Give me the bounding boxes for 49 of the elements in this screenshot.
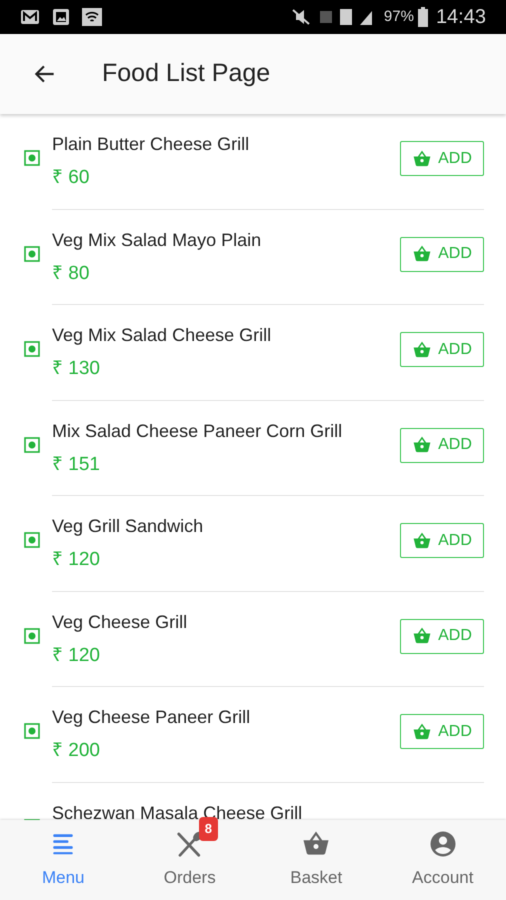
item-price: ₹ 200 <box>52 739 101 763</box>
item-name: Veg Grill Sandwich <box>52 515 204 538</box>
add-button[interactable]: ADD <box>400 714 484 749</box>
item-price: ₹ 120 <box>52 644 101 668</box>
item-price: ₹ 80 <box>52 262 90 286</box>
battery-icon <box>418 7 428 27</box>
basket-icon <box>412 340 432 360</box>
item-price: ₹ 130 <box>52 357 101 381</box>
veg-icon <box>24 246 40 262</box>
veg-icon <box>24 628 40 644</box>
badge: 8 <box>198 817 218 842</box>
basket-icon <box>412 148 432 168</box>
wifi-icon <box>82 8 102 26</box>
add-button[interactable]: ADD <box>400 428 484 462</box>
veg-icon <box>24 532 40 548</box>
nav-tab[interactable]: Basket <box>253 820 380 900</box>
item-name: Veg Cheese Grill <box>52 610 188 634</box>
item-name: Plain Butter Cheese Grill <box>52 133 250 156</box>
basket-icon <box>412 435 432 455</box>
add-button[interactable]: ADD <box>400 523 484 558</box>
item-price: ₹ 60 <box>52 166 90 190</box>
clock: 14:43 <box>436 5 486 30</box>
mail-icon <box>20 8 40 26</box>
item-name: Veg Mix Salad Cheese Grill <box>52 324 272 347</box>
veg-icon <box>24 723 40 739</box>
mute-icon <box>290 8 312 26</box>
add-button[interactable]: ADD <box>400 332 484 367</box>
account-icon <box>428 829 458 860</box>
nav-tab[interactable]: Menu <box>0 820 126 900</box>
basket-icon <box>412 722 432 742</box>
item-price: ₹ 151 <box>52 452 101 476</box>
veg-icon <box>24 150 40 166</box>
veg-icon <box>24 341 40 357</box>
add-button[interactable]: ADD <box>400 141 484 176</box>
page-title: Food List Page <box>102 58 270 90</box>
nav-tab[interactable]: 8 Orders <box>126 820 253 900</box>
veg-icon <box>24 436 40 452</box>
basket-icon <box>412 244 432 264</box>
image-icon <box>52 8 70 26</box>
battery-percent: 97% <box>384 6 414 27</box>
item-name: Veg Cheese Paneer Grill <box>52 706 252 729</box>
add-button[interactable]: ADD <box>400 618 484 654</box>
item-name: Mix Salad Cheese Paneer Corn Grill <box>52 420 344 442</box>
add-button[interactable]: ADD <box>400 236 484 272</box>
item-name: Veg Mix Salad Mayo Plain <box>52 228 262 252</box>
basket-icon <box>412 530 432 550</box>
nav-tab[interactable]: Account <box>380 820 506 900</box>
item-price: ₹ 120 <box>52 548 101 572</box>
basket-icon <box>412 626 432 646</box>
